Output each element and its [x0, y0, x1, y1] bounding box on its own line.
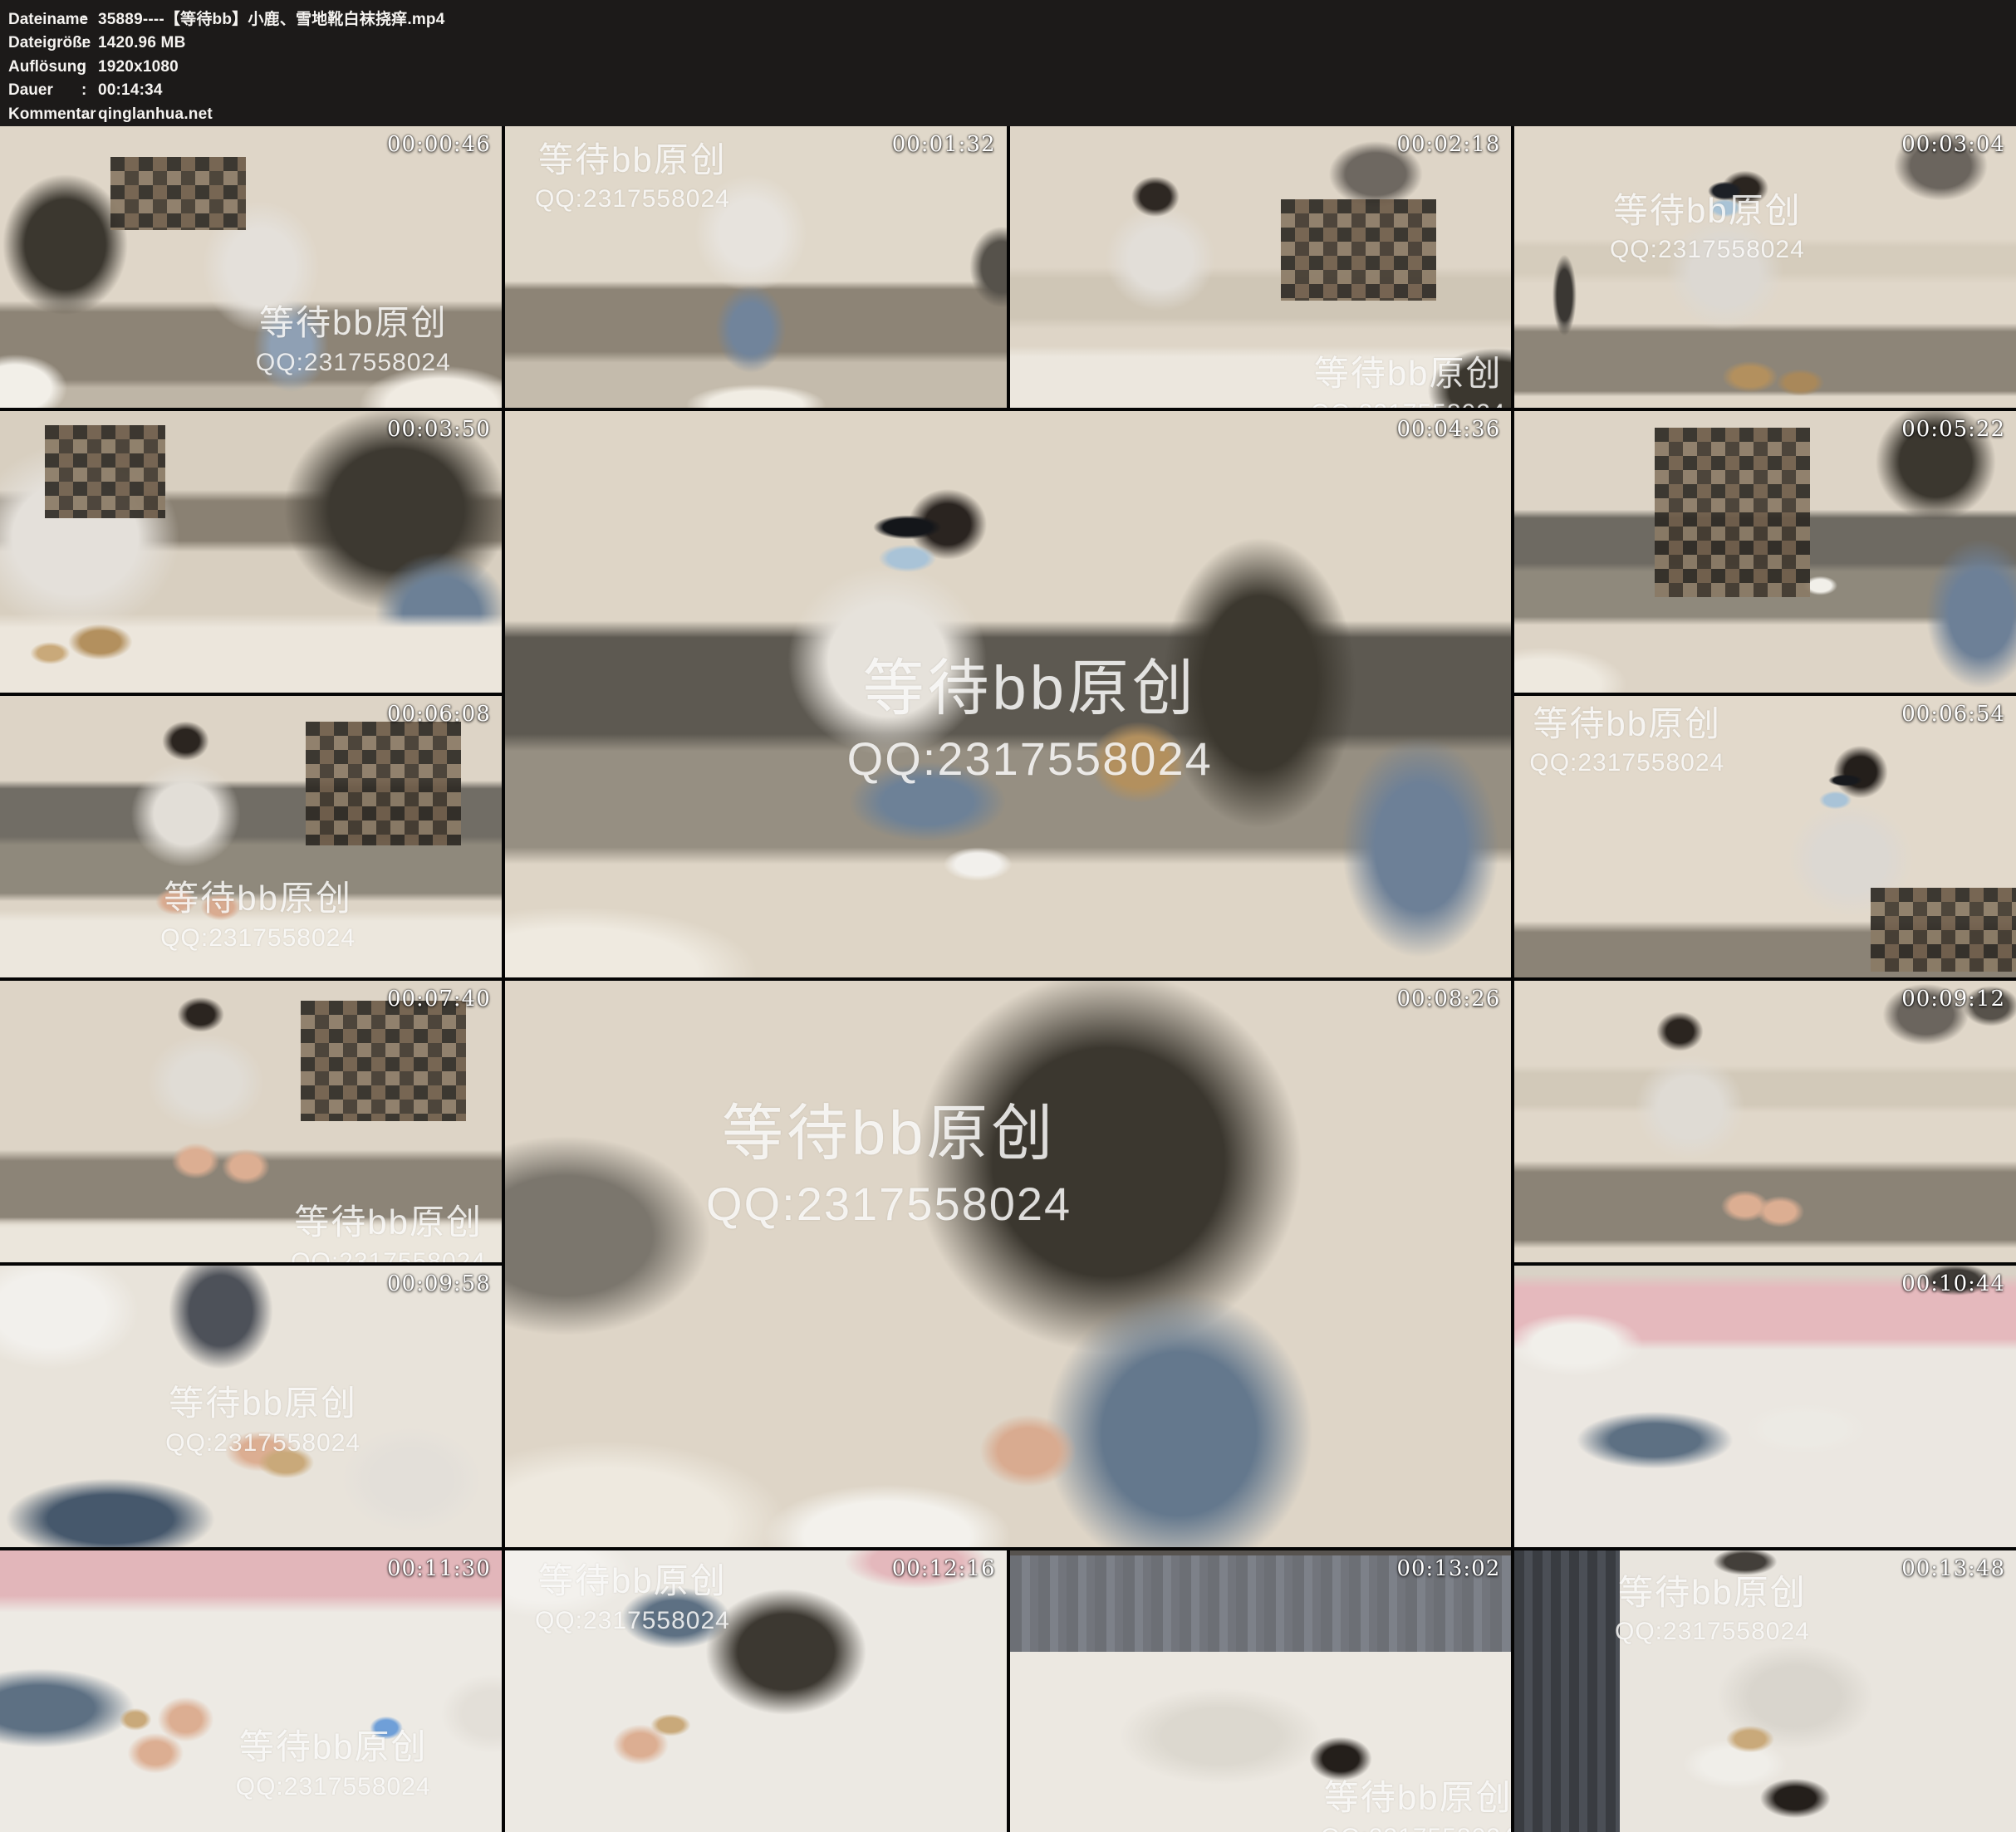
- frame-timestamp: 00:06:54: [1901, 702, 2005, 727]
- frame-timestamp: 00:08:26: [1396, 987, 1500, 1012]
- video-frame-placeholder: [0, 1550, 502, 1832]
- pixelated-censor-block: [1871, 888, 2016, 972]
- video-frame-thumbnail: 00:06:08 等待bb原创 QQ:2317558024: [0, 696, 502, 977]
- video-frame-placeholder: [1514, 1266, 2016, 1547]
- metadata-separator: :: [81, 79, 98, 102]
- metadata-row-filesize: Dateigröße:1420.96 MB: [8, 32, 2006, 55]
- frame-timestamp: 00:07:40: [387, 987, 491, 1012]
- frame-timestamp: 00:05:22: [1901, 417, 2005, 442]
- metadata-label: Dauer: [8, 79, 81, 102]
- pixelated-censor-block: [1281, 199, 1436, 301]
- video-frame-thumbnail: 00:03:04 等待bb原创 QQ:2317558024: [1514, 126, 2016, 408]
- pixelated-censor-block: [110, 157, 246, 230]
- metadata-row-duration: Dauer:00:14:34: [8, 79, 2006, 102]
- video-frame-thumbnail: 00:10:44: [1514, 1266, 2016, 1547]
- frame-timestamp: 00:13:02: [1396, 1556, 1500, 1581]
- metadata-separator: :: [81, 103, 98, 126]
- video-frame-placeholder: [0, 411, 502, 693]
- thumbnail-mosaic-grid: 00:00:46 等待bb原创 QQ:2317558024 00:01:32 等…: [0, 126, 2016, 1832]
- frame-timestamp: 00:04:36: [1396, 417, 1500, 442]
- frame-timestamp: 00:00:46: [387, 132, 491, 157]
- frame-timestamp: 00:03:04: [1901, 132, 2005, 157]
- metadata-value: 1420.96 MB: [98, 34, 186, 51]
- metadata-separator: :: [81, 32, 98, 55]
- video-frame-thumbnail: 00:03:50: [0, 411, 502, 693]
- metadata-row-filename: Dateiname:35889----【等待bb】小鹿、雪地靴白袜挠痒.mp4: [8, 8, 2006, 32]
- video-frame-thumbnail: 00:09:12: [1514, 981, 2016, 1262]
- pixelated-censor-block: [45, 425, 165, 518]
- video-frame-placeholder: [505, 981, 1512, 1547]
- frame-timestamp: 00:01:32: [892, 132, 996, 157]
- video-frame-thumbnail: 00:09:58 等待bb原创 QQ:2317558024: [0, 1266, 502, 1547]
- video-frame-thumbnail: 00:00:46 等待bb原创 QQ:2317558024: [0, 126, 502, 408]
- video-frame-placeholder: [0, 696, 502, 977]
- pixelated-censor-block: [1655, 428, 1810, 596]
- frame-timestamp: 00:03:50: [387, 417, 491, 442]
- metadata-label: Dateiname: [8, 8, 81, 32]
- frame-timestamp: 00:09:58: [387, 1271, 491, 1296]
- frame-timestamp: 00:13:48: [1901, 1556, 2005, 1581]
- frame-timestamp: 00:02:18: [1396, 132, 1500, 157]
- video-frame-placeholder: [1010, 126, 1512, 408]
- video-frame-thumbnail: 00:07:40 等待bb原创 QQ:2317558024: [0, 981, 502, 1262]
- video-frame-thumbnail: 00:01:32 等待bb原创 QQ:2317558024: [505, 126, 1007, 408]
- video-frame-thumbnail: 00:12:16 等待bb原创 QQ:2317558024: [505, 1550, 1007, 1832]
- video-frame-thumbnail: 00:05:22: [1514, 411, 2016, 693]
- video-frame-placeholder: [1514, 126, 2016, 408]
- video-frame-placeholder: [1514, 411, 2016, 693]
- metadata-value: 00:14:34: [98, 81, 163, 99]
- metadata-separator: :: [81, 8, 98, 32]
- video-frame-placeholder: [505, 126, 1007, 408]
- video-frame-thumbnail: 00:02:18 等待bb原创 QQ:2317558024: [1010, 126, 1512, 408]
- video-frame-placeholder: [0, 126, 502, 408]
- metadata-value: qinglanhua.net: [98, 105, 213, 123]
- video-frame-placeholder: [505, 411, 1512, 977]
- frame-timestamp: 00:11:30: [387, 1556, 491, 1581]
- frame-timestamp: 00:12:16: [892, 1556, 996, 1581]
- metadata-separator: :: [81, 56, 98, 79]
- video-frame-thumbnail: 00:06:54 等待bb原创 QQ:2317558024: [1514, 696, 2016, 977]
- video-frame-thumbnail: 00:08:26 等待bb原创 QQ:2317558024: [505, 981, 1512, 1547]
- video-frame-thumbnail: 00:11:30 等待bb原创 QQ:2317558024: [0, 1550, 502, 1832]
- metadata-label: Auflösung: [8, 56, 81, 79]
- metadata-value: 35889----【等待bb】小鹿、雪地靴白袜挠痒.mp4: [98, 11, 445, 28]
- video-frame-placeholder: [0, 981, 502, 1262]
- metadata-row-resolution: Auflösung:1920x1080: [8, 56, 2006, 79]
- file-metadata-header: Dateiname:35889----【等待bb】小鹿、雪地靴白袜挠痒.mp4 …: [0, 0, 2016, 126]
- video-frame-placeholder: [1010, 1550, 1512, 1832]
- pixelated-censor-block: [301, 1001, 466, 1122]
- metadata-row-comment: Kommentar:qinglanhua.net: [8, 103, 2006, 126]
- frame-timestamp: 00:10:44: [1901, 1271, 2005, 1296]
- video-frame-placeholder: [0, 1266, 502, 1547]
- video-frame-placeholder: [1514, 1550, 2016, 1832]
- metadata-label: Kommentar: [8, 103, 81, 126]
- video-frame-placeholder: [1514, 981, 2016, 1262]
- video-frame-thumbnail: 00:13:48 等待bb原创 QQ:2317558024: [1514, 1550, 2016, 1832]
- pixelated-censor-block: [306, 722, 461, 845]
- metadata-label: Dateigröße: [8, 32, 81, 55]
- video-frame-thumbnail: 00:04:36 等待bb原创 QQ:2317558024: [505, 411, 1512, 977]
- metadata-value: 1920x1080: [98, 58, 179, 76]
- frame-timestamp: 00:09:12: [1901, 987, 2005, 1012]
- video-frame-placeholder: [1514, 696, 2016, 977]
- frame-timestamp: 00:06:08: [387, 702, 491, 727]
- video-frame-placeholder: [505, 1550, 1007, 1832]
- video-frame-thumbnail: 00:13:02 等待bb原创 QQ:2317558024: [1010, 1550, 1512, 1832]
